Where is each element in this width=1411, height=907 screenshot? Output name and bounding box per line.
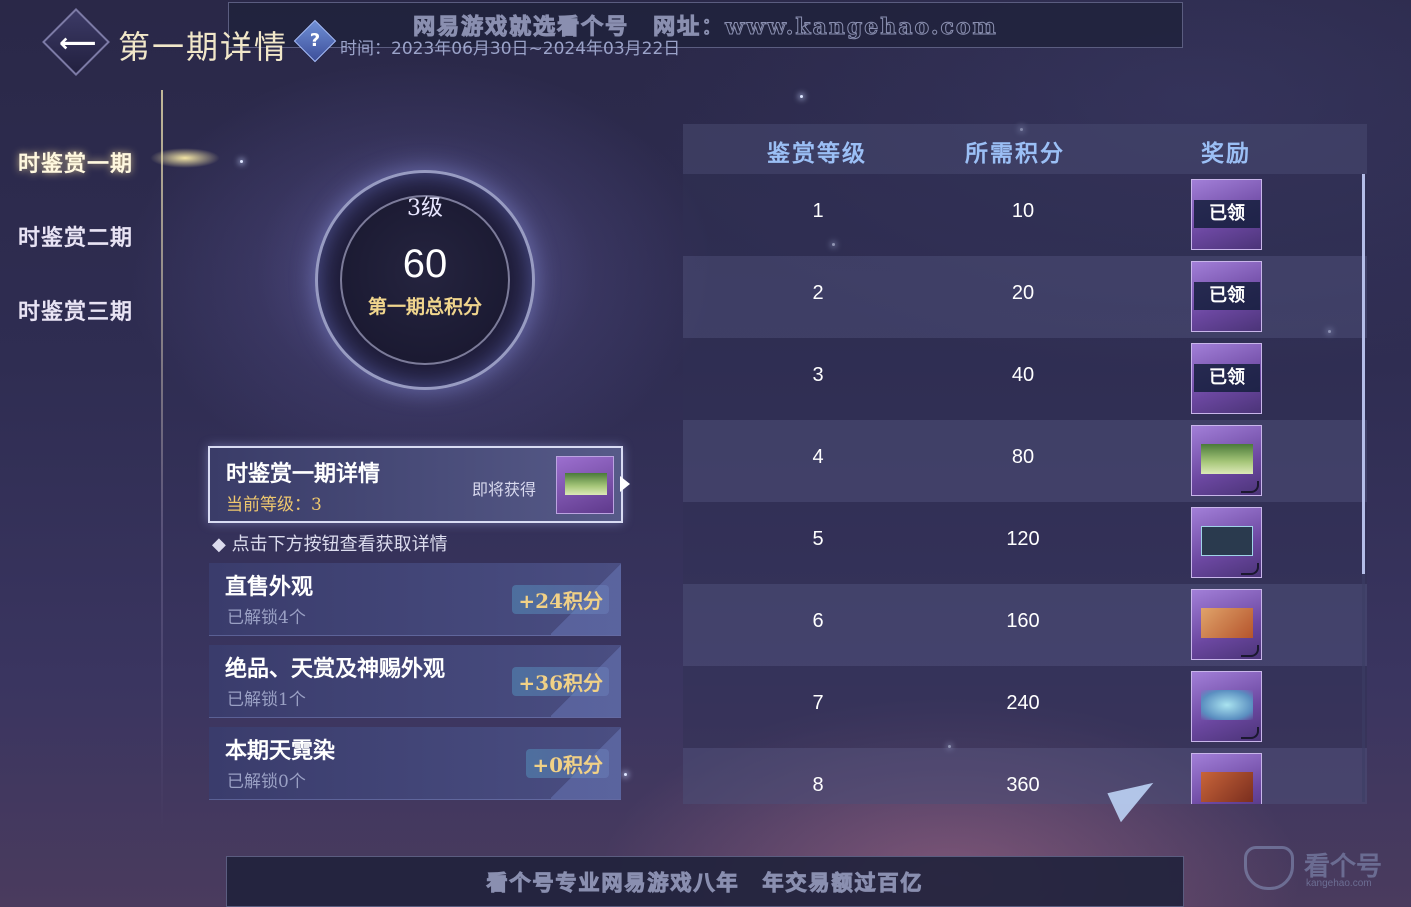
source-button-direct-sale[interactable]: 直售外观 已解锁4个 +24积分 (209, 563, 621, 636)
hint-text: ◆ 点击下方按钮查看获取详情 (212, 534, 448, 555)
table-row: 8 360 (683, 748, 1367, 804)
reward-item[interactable] (1191, 425, 1262, 496)
source-unlocked-count: 已解锁0个 (227, 772, 306, 792)
reward-item[interactable] (1191, 671, 1262, 742)
reward-corner-mark (1241, 645, 1259, 657)
reward-item[interactable]: 已领 (1191, 261, 1262, 332)
dial-level: 3级 (407, 196, 443, 221)
corner-watermark-logo: 看个号 kangehao.com (1244, 842, 1404, 892)
table-row: 1 10 已领 (683, 174, 1367, 256)
reward-item[interactable]: 已领 (1191, 179, 1262, 250)
source-button-dye[interactable]: 本期天霓染 已解锁0个 +0积分 (209, 727, 621, 800)
row-level: 5 (812, 528, 824, 550)
source-title: 绝品、天赏及神赐外观 (225, 656, 446, 682)
row-level: 7 (812, 692, 824, 714)
reward-corner-mark (1241, 481, 1259, 493)
reward-corner-mark (1241, 727, 1259, 739)
shield-logo-icon (1244, 846, 1294, 890)
dial-total-score: 60 (402, 242, 448, 286)
detail-card-arrow-icon (620, 476, 630, 492)
reward-image (1201, 444, 1253, 474)
row-points: 40 (1011, 364, 1035, 386)
star-decoration (800, 95, 803, 98)
column-header-reward: 奖励 (1201, 140, 1251, 167)
claimed-badge: 已领 (1194, 200, 1260, 228)
nav-item-period-2[interactable]: 时鉴赏二期 (18, 220, 133, 252)
help-icon[interactable]: ? (293, 19, 337, 63)
back-arrow-icon: ⟵ (59, 28, 97, 59)
source-button-premium[interactable]: 绝品、天赏及神赐外观 已解锁1个 +36积分 (209, 645, 621, 718)
period-detail-card[interactable]: 时鉴赏一期详情 当前等级：3 即将获得 (208, 446, 623, 523)
reward-item[interactable] (1191, 507, 1262, 578)
claimed-badge: 已领 (1194, 282, 1260, 310)
back-button[interactable]: ⟵ (42, 8, 110, 76)
nav-item-period-1[interactable]: 时鉴赏一期 (18, 146, 133, 178)
table-row: 2 20 已领 (683, 256, 1367, 338)
dial-score-label: 第一期总积分 (367, 296, 482, 318)
row-points: 120 (1006, 528, 1040, 550)
help-icon-glyph: ? (309, 30, 321, 51)
row-points: 10 (1011, 200, 1035, 222)
claimed-badge: 已领 (1194, 364, 1260, 392)
row-points: 360 (1006, 774, 1040, 796)
row-level: 6 (812, 610, 824, 632)
score-dial: 3级 60 第一期总积分 (300, 170, 550, 390)
source-title: 直售外观 (225, 574, 314, 600)
reward-image (1201, 690, 1253, 720)
row-level: 2 (812, 282, 824, 304)
star-decoration (624, 773, 627, 776)
source-points: +24积分 (512, 585, 609, 614)
nav-divider (161, 90, 163, 830)
table-row: 6 160 (683, 584, 1367, 666)
bottom-watermark-banner: 看个号专业网易游戏八年 年交易额过百亿 (226, 856, 1184, 907)
row-level: 8 (812, 774, 824, 796)
logo-url: kangehao.com (1306, 878, 1372, 889)
reward-image (1201, 772, 1253, 802)
row-level: 1 (812, 200, 824, 222)
column-header-level: 鉴赏等级 (767, 140, 867, 167)
row-points: 240 (1006, 692, 1040, 714)
upcoming-reward-thumbnail[interactable] (556, 456, 614, 514)
page-title: 第一期详情 (118, 28, 289, 66)
detail-upcoming-label: 即将获得 (472, 480, 537, 499)
row-level: 4 (812, 446, 824, 468)
table-row: 7 240 (683, 666, 1367, 748)
table-row: 5 120 (683, 502, 1367, 584)
nav-active-indicator (150, 148, 220, 168)
reward-item[interactable] (1191, 753, 1262, 804)
page-header: ⟵ 第一期详情 ? 时间：2023年06月30日~2024年03月22日 (0, 0, 1411, 90)
reward-image (1201, 608, 1253, 638)
table-row: 3 40 已领 (683, 338, 1367, 420)
source-title: 本期天霓染 (225, 738, 336, 764)
table-scrollbar-thumb[interactable] (1362, 174, 1365, 574)
table-header: 鉴赏等级 所需积分 奖励 (683, 124, 1367, 174)
detail-current-level: 当前等级：3 (226, 495, 322, 515)
bottom-watermark-text: 看个号专业网易游戏八年 年交易额过百亿 (486, 869, 924, 895)
source-points: +0积分 (526, 749, 609, 778)
source-points: +36积分 (512, 667, 609, 696)
row-points: 20 (1011, 282, 1035, 304)
table-row: 4 80 (683, 420, 1367, 502)
rewards-table: 鉴赏等级 所需积分 奖励 1 10 已领 2 20 已领 3 40 已领 4 8… (683, 124, 1367, 804)
source-unlocked-count: 已解锁4个 (227, 608, 306, 628)
row-level: 3 (812, 364, 824, 386)
reward-item[interactable]: 已领 (1191, 343, 1262, 414)
reward-corner-mark (1241, 563, 1259, 575)
reward-image (1201, 526, 1253, 556)
detail-card-title: 时鉴赏一期详情 (226, 461, 381, 487)
reward-image (565, 473, 607, 495)
column-header-points: 所需积分 (965, 140, 1065, 167)
reward-item[interactable] (1191, 589, 1262, 660)
period-text: 时间：2023年06月30日~2024年03月22日 (340, 39, 681, 59)
row-points: 160 (1006, 610, 1040, 632)
row-points: 80 (1011, 446, 1035, 468)
nav-item-period-3[interactable]: 时鉴赏三期 (18, 294, 133, 326)
source-unlocked-count: 已解锁1个 (227, 690, 306, 710)
star-decoration (240, 160, 243, 163)
